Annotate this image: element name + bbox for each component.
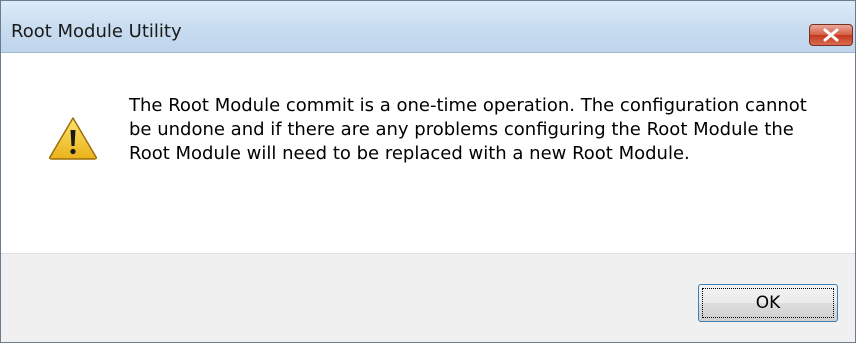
- dialog-content: The Root Module commit is a one-time ope…: [1, 53, 855, 253]
- close-button[interactable]: [809, 24, 853, 46]
- button-bar: OK: [1, 253, 855, 342]
- title-bar[interactable]: Root Module Utility: [1, 1, 855, 53]
- close-x-icon: [823, 28, 839, 42]
- ok-button-label: OK: [755, 293, 781, 313]
- dialog-message: The Root Module commit is a one-time ope…: [129, 95, 807, 164]
- warning-icon: [49, 117, 97, 160]
- window-title: Root Module Utility: [11, 21, 182, 42]
- dialog-window: Root Module Utility The Root Module comm…: [0, 0, 856, 343]
- ok-button[interactable]: OK: [698, 284, 838, 322]
